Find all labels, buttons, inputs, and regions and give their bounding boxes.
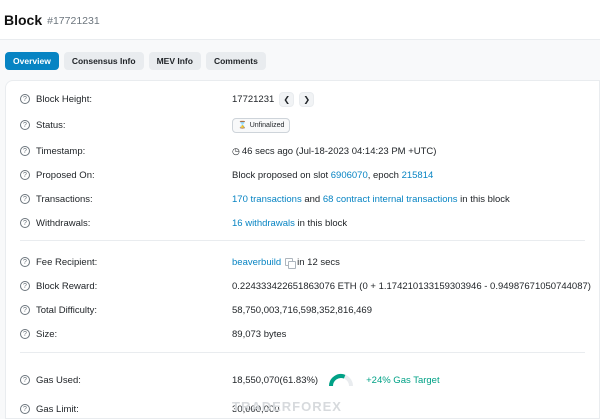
help-icon[interactable]: ?	[20, 281, 30, 291]
proposed-on-label: Proposed On:	[36, 169, 95, 181]
block-height-row: ? Block Height: 17721231 ❮ ❯	[20, 91, 599, 107]
fee-recipient-label: Fee Recipient:	[36, 256, 98, 268]
gas-target-text: +24% Gas Target	[366, 374, 440, 386]
gas-used-value: 18,550,070	[232, 374, 280, 386]
transactions-row: ? Transactions: 170 transactions and 68 c…	[20, 191, 599, 207]
status-badge: ⌛ Unfinalized	[232, 117, 291, 133]
withdrawals-label: Withdrawals:	[36, 217, 91, 229]
timestamp-label: Timestamp:	[36, 145, 86, 157]
tab-consensus-info[interactable]: Consensus Info	[63, 52, 144, 70]
withdrawals-row: ? Withdrawals: 16 withdrawals in this blo…	[20, 215, 599, 231]
total-difficulty-value: 58,750,003,716,598,352,816,469	[232, 304, 372, 316]
help-icon[interactable]: ?	[20, 94, 30, 104]
tab-comments[interactable]: Comments	[205, 52, 266, 70]
size-row: ? Size: 89,073 bytes	[20, 326, 599, 342]
block-height-label: Block Height:	[36, 93, 92, 105]
overview-card: ? Block Height: 17721231 ❮ ❯ ? Status: ⌛ U…	[5, 80, 600, 419]
fee-recipient-link[interactable]: beaverbuild	[232, 257, 281, 268]
help-icon[interactable]: ?	[20, 257, 30, 267]
transactions-label: Transactions:	[36, 193, 93, 205]
block-reward-row: ? Block Reward: 0.224333422651863076 ETH …	[20, 278, 599, 294]
clock-icon: ◷	[232, 145, 240, 156]
proposed-on-middle: , epoch	[367, 169, 402, 181]
chevron-right-icon: ❯	[303, 94, 311, 104]
timestamp-row: ? Timestamp: ◷ 46 secs ago (Jul-18-2023 0…	[20, 143, 599, 159]
fee-recipient-suffix: in 12 secs	[297, 256, 340, 268]
gauge-fill	[329, 374, 346, 387]
gas-used-percent: (61.83%)	[279, 374, 319, 386]
copy-icon[interactable]	[285, 257, 297, 269]
internal-transactions-link[interactable]: 68 contract internal transactions	[323, 194, 458, 205]
gas-usage-gauge	[329, 374, 354, 387]
help-icon[interactable]: ?	[20, 194, 30, 204]
chevron-left-icon: ❮	[283, 94, 291, 104]
gas-used-row: ? Gas Used: 18,550,070 (61.83%) +24% Gas T…	[20, 372, 599, 388]
block-height-value: 17721231	[232, 93, 275, 105]
next-block-button[interactable]: ❯	[299, 91, 315, 107]
hourglass-icon: ⌛	[238, 122, 247, 129]
gas-limit-label: Gas Limit:	[36, 403, 79, 415]
tab-overview[interactable]: Overview	[5, 52, 59, 70]
proposed-on-row: ? Proposed On: Block proposed on slot 690…	[20, 167, 599, 183]
status-badge-text: Unfinalized	[249, 121, 285, 129]
block-reward-value: 0.224333422651863076 ETH (0 + 1.17421013…	[232, 280, 591, 292]
help-icon[interactable]: ?	[20, 120, 30, 130]
gas-used-label: Gas Used:	[36, 374, 81, 386]
transactions-suffix: in this block	[457, 193, 510, 205]
help-icon[interactable]: ?	[20, 305, 30, 315]
block-reward-label: Block Reward:	[36, 280, 98, 292]
help-icon[interactable]: ?	[20, 146, 30, 156]
section-divider	[20, 352, 585, 353]
watermark: TRADERFOREX	[232, 399, 342, 414]
transactions-middle: and	[301, 193, 323, 205]
size-label: Size:	[36, 328, 58, 340]
help-icon[interactable]: ?	[20, 218, 30, 228]
withdrawals-link[interactable]: 16 withdrawals	[232, 218, 295, 229]
page-header: Block #17721231	[0, 0, 600, 40]
status-label: Status:	[36, 119, 66, 131]
previous-block-button[interactable]: ❮	[279, 91, 295, 107]
page-title: Block	[4, 11, 43, 28]
proposed-on-prefix: Block proposed on slot	[232, 169, 331, 181]
section-divider	[20, 240, 585, 241]
timestamp-value: 46 secs ago (Jul-18-2023 04:14:23 PM +UT…	[241, 145, 437, 157]
withdrawals-suffix: in this block	[294, 217, 348, 229]
total-difficulty-label: Total Difficulty:	[36, 304, 98, 316]
transactions-link[interactable]: 170 transactions	[232, 194, 302, 205]
help-icon[interactable]: ?	[20, 329, 30, 339]
block-number-subtitle: #17721231	[47, 14, 100, 27]
total-difficulty-row: ? Total Difficulty: 58,750,003,716,598,35…	[20, 302, 599, 318]
tab-mev-info[interactable]: MEV Info	[148, 52, 201, 70]
help-icon[interactable]: ?	[20, 375, 30, 385]
help-icon[interactable]: ?	[20, 404, 30, 414]
help-icon[interactable]: ?	[20, 170, 30, 180]
status-row: ? Status: ⌛ Unfinalized	[20, 117, 599, 133]
epoch-link[interactable]: 215814	[402, 170, 434, 181]
fee-recipient-row: ? Fee Recipient: beaverbuild in 12 secs	[20, 254, 599, 270]
slot-link[interactable]: 6906070	[331, 170, 368, 181]
size-value: 89,073 bytes	[232, 328, 287, 340]
